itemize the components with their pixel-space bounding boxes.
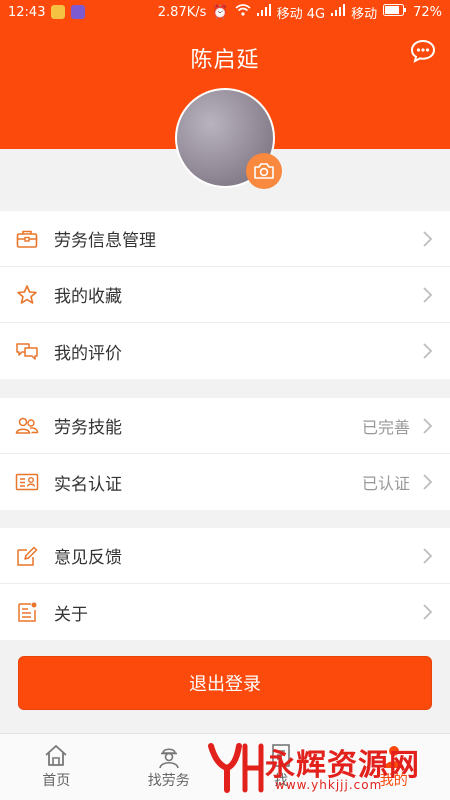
people-icon [14, 413, 40, 439]
menu-item-about[interactable]: 关于 [0, 584, 450, 640]
menu-item-label: 关于 [54, 604, 88, 625]
comments-icon [14, 338, 40, 364]
home-icon [45, 745, 67, 766]
menu-item-real-name[interactable]: 实名认证 已认证 [0, 454, 450, 510]
tab-find[interactable]: 找 [225, 734, 338, 800]
app-notification-icon [51, 5, 66, 19]
alarm-icon: ⏰ [212, 4, 229, 20]
menu-item-label: 我的评价 [54, 343, 122, 364]
menu-item-label: 实名认证 [54, 474, 122, 495]
menu-item-label: 劳务技能 [54, 418, 122, 438]
page-title: 陈启延 [190, 48, 260, 73]
chevron-right-icon [423, 418, 433, 434]
tab-label: 找劳务 [147, 773, 190, 789]
doc-icon [272, 744, 291, 767]
status-time: 12:43 [8, 4, 46, 20]
avatar-container [175, 88, 282, 189]
chevron-right-icon [423, 548, 433, 564]
worker-icon [158, 748, 179, 769]
briefcase-icon [14, 226, 40, 252]
menu-item-favorites[interactable]: 我的收藏 [0, 267, 450, 323]
signal-icon [331, 4, 346, 20]
tab-mine[interactable]: 我的 [338, 734, 450, 800]
menu-item-labor-skills[interactable]: 劳务技能 已完善 [0, 398, 450, 454]
menu-group-2: 劳务技能 已完善 实名认证 已认证 [0, 398, 450, 510]
tab-label: 首页 [42, 773, 71, 789]
camera-icon[interactable] [246, 153, 282, 189]
status-text: 已完善 [361, 417, 410, 437]
chevron-right-icon [423, 287, 433, 303]
battery-level: 72% [413, 4, 442, 20]
menu-item-labor-info[interactable]: 劳务信息管理 [0, 211, 450, 267]
info-doc-icon [14, 599, 40, 625]
chevron-right-icon [423, 474, 433, 490]
id-card-icon [14, 469, 40, 495]
bottom-tab-bar: 首页 找劳务 找 我的 [0, 733, 450, 800]
wifi-icon [235, 4, 251, 20]
status-bar: 12:43 2.87K/s ⏰ 移动 4G 移动 72% [0, 0, 450, 24]
menu-item-feedback[interactable]: 意见反馈 [0, 528, 450, 584]
status-text: 已认证 [361, 474, 410, 493]
profile-icon [383, 746, 404, 768]
menu-item-label: 劳务信息管理 [54, 231, 156, 251]
tab-home[interactable]: 首页 [0, 734, 113, 800]
tab-label: 找 [274, 773, 289, 789]
chat-bubble-icon[interactable] [410, 38, 436, 64]
carrier-label: 移动 [351, 6, 378, 22]
signal-icon [256, 4, 271, 20]
menu-item-label: 我的收藏 [54, 287, 122, 307]
menu-item-reviews[interactable]: 我的评价 [0, 323, 450, 379]
tab-find-labor[interactable]: 找劳务 [113, 734, 226, 800]
battery-icon [383, 4, 407, 20]
chevron-right-icon [423, 604, 433, 620]
menu-group-1: 劳务信息管理 我的收藏 我的评价 [0, 211, 450, 379]
chevron-right-icon [423, 343, 433, 359]
edit-icon [14, 543, 40, 569]
tab-label: 我的 [379, 773, 408, 789]
menu-group-3: 意见反馈 关于 [0, 528, 450, 640]
chevron-right-icon [423, 231, 433, 247]
app-notification-icon [71, 5, 86, 19]
menu-item-label: 意见反馈 [54, 548, 122, 568]
logout-button[interactable]: 退出登录 [18, 656, 432, 710]
network-speed: 2.87K/s [157, 4, 207, 20]
star-icon [14, 282, 40, 308]
carrier-label: 移动 4G [276, 6, 326, 22]
